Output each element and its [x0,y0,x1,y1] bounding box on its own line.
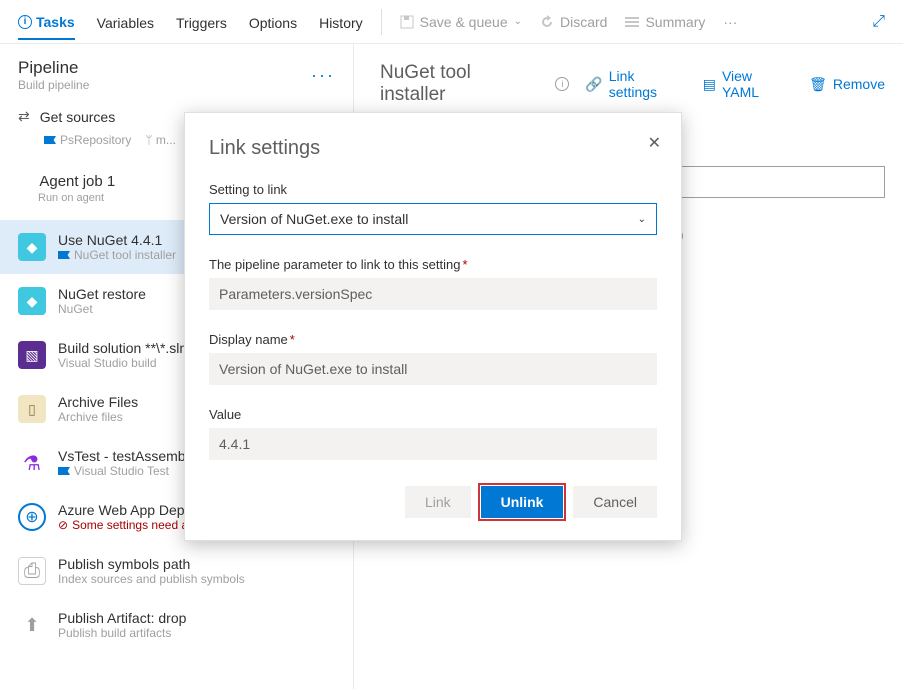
task-publish-artifact[interactable]: ⬆ Publish Artifact: drop Publish build a… [0,598,353,652]
parameter-input[interactable]: Parameters.versionSpec [209,278,657,310]
nuget-icon: ◆ [18,233,46,261]
globe-icon: ⊕ [18,503,46,531]
sources-title: Get sources [40,109,115,125]
label-setting-to-link: Setting to link [209,182,657,197]
flag-icon [44,136,56,144]
symbols-icon: ⎙ [18,557,46,585]
info-icon[interactable]: i [555,77,569,91]
label-display-name: Display name* [209,332,657,347]
task-title: Use NuGet 4.4.1 [58,232,176,248]
task-sub: NuGet tool installer [74,248,176,262]
select-value: Version of NuGet.exe to install [220,211,408,227]
repo-name: PsRepository [44,133,131,147]
flag-icon [58,467,70,475]
tab-triggers[interactable]: Triggers [176,4,227,40]
pipeline-more[interactable]: ··· [311,65,335,86]
dialog-footer: Link Unlink Cancel [209,486,657,518]
close-icon[interactable]: ✕ [648,133,661,153]
task-title: Publish symbols path [58,556,245,572]
task-sub: NuGet [58,302,146,316]
task-sub: Archive files [58,410,138,424]
link-icon: 🔗 [585,76,602,93]
flag-icon [58,251,70,259]
view-yaml-link[interactable]: ▤View YAML [703,68,791,100]
tab-history[interactable]: History [319,4,363,40]
nuget-icon: ◆ [18,287,46,315]
save-queue-button[interactable]: Save & queue⌄ [400,14,522,30]
upload-icon: ⬆ [18,611,46,639]
toolbar-actions: Save & queue⌄ Discard Summary ··· [400,14,738,30]
pipeline-title: Pipeline [18,58,89,78]
sources-icon: ⇄ [18,108,30,125]
pipeline-subtitle: Build pipeline [18,78,89,92]
cancel-button[interactable]: Cancel [573,486,657,518]
task-title: Build solution **\*.sln [58,340,187,356]
save-icon [400,15,414,29]
task-title: NuGet restore [58,286,146,302]
task-sub: Publish build artifacts [58,626,186,640]
task-title: Archive Files [58,394,138,410]
task-sub: Visual Studio build [58,356,187,370]
tab-variables[interactable]: Variables [97,4,154,40]
list-icon [625,16,639,28]
divider [381,9,382,35]
link-settings-link[interactable]: 🔗Link settings [585,68,684,100]
task-publish-symbols[interactable]: ⎙ Publish symbols path Index sources and… [0,544,353,598]
right-title: NuGet tool installeri [380,62,569,106]
expand-icon[interactable]: ⤢ [872,13,885,31]
pipeline-header[interactable]: Pipeline Build pipeline ··· [0,44,353,98]
branch-name: ᛘ m... [145,133,176,147]
unlink-button[interactable]: Unlink [481,486,564,518]
display-name-input[interactable]: Version of NuGet.exe to install [209,353,657,385]
dialog-title: Link settings [209,137,657,160]
link-settings-dialog: Link settings ✕ Setting to link Version … [184,112,682,541]
warn-icon: ⊘ [58,518,68,532]
vs-icon: ▧ [18,341,46,369]
tab-tasks[interactable]: iTasks [18,4,75,40]
label-value: Value [209,407,657,422]
tab-options[interactable]: Options [249,4,297,40]
chevron-down-icon: ⌄ [514,16,522,27]
task-sub: Visual Studio Test [74,464,169,478]
right-header: NuGet tool installeri 🔗Link settings ▤Vi… [380,62,885,106]
yaml-icon: ▤ [703,76,716,93]
remove-link[interactable]: 🗑Remove [809,68,885,100]
top-bar: iTasks Variables Triggers Options Histor… [0,0,903,44]
discard-button[interactable]: Discard [540,14,607,30]
link-button[interactable]: Link [405,486,471,518]
flask-icon: ⚗ [18,449,46,477]
value-input[interactable]: 4.4.1 [209,428,657,460]
tab-row: iTasks Variables Triggers Options Histor… [18,4,363,40]
task-title: Publish Artifact: drop [58,610,186,626]
info-icon: i [18,15,32,29]
label-parameter: The pipeline parameter to link to this s… [209,257,657,272]
trash-icon: 🗑 [809,76,827,93]
setting-select[interactable]: Version of NuGet.exe to install ⌄ [209,203,657,235]
summary-button[interactable]: Summary [625,14,705,30]
more-actions[interactable]: ··· [723,14,737,30]
inline-info: ni [650,228,885,243]
chevron-down-icon: ⌄ [638,214,646,225]
task-sub: Index sources and publish symbols [58,572,245,586]
undo-icon [540,15,554,29]
archive-icon: ▯ [18,395,46,423]
